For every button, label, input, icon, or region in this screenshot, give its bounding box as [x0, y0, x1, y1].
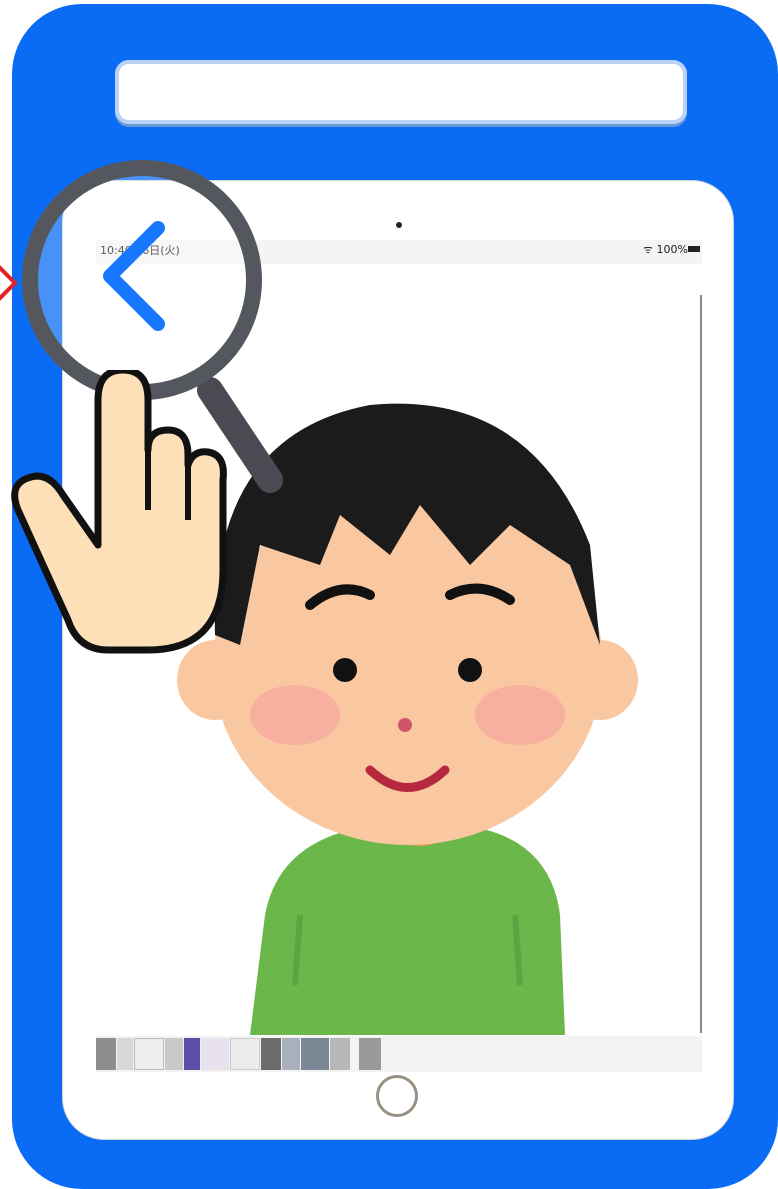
- scroll-edge: [700, 295, 702, 1033]
- thumbnail[interactable]: [282, 1038, 300, 1070]
- status-battery-label: ᯤ 100%: [643, 243, 688, 256]
- thumbnail[interactable]: [184, 1038, 200, 1070]
- thumbnail[interactable]: [201, 1038, 229, 1070]
- thumbnail[interactable]: [134, 1038, 164, 1070]
- front-camera: [396, 222, 402, 228]
- home-button[interactable]: [376, 1075, 418, 1117]
- thumbnail[interactable]: [261, 1038, 281, 1070]
- thumbnail[interactable]: [165, 1038, 183, 1070]
- thumbnail[interactable]: [330, 1038, 350, 1070]
- pointing-hand-icon: [11, 370, 227, 654]
- thumbnail[interactable]: [301, 1038, 329, 1070]
- battery-icon: [688, 246, 700, 252]
- thumbnail[interactable]: [359, 1038, 381, 1070]
- thumbnail-strip[interactable]: [96, 1036, 702, 1072]
- chevron-left-icon[interactable]: [96, 220, 168, 332]
- thumbnail[interactable]: [117, 1038, 133, 1070]
- title-bar: [115, 60, 687, 124]
- red-chevron-icon: [0, 265, 18, 301]
- thumbnail[interactable]: [230, 1038, 260, 1070]
- wifi-icon: ᯤ: [643, 243, 654, 256]
- thumbnail[interactable]: [96, 1038, 116, 1070]
